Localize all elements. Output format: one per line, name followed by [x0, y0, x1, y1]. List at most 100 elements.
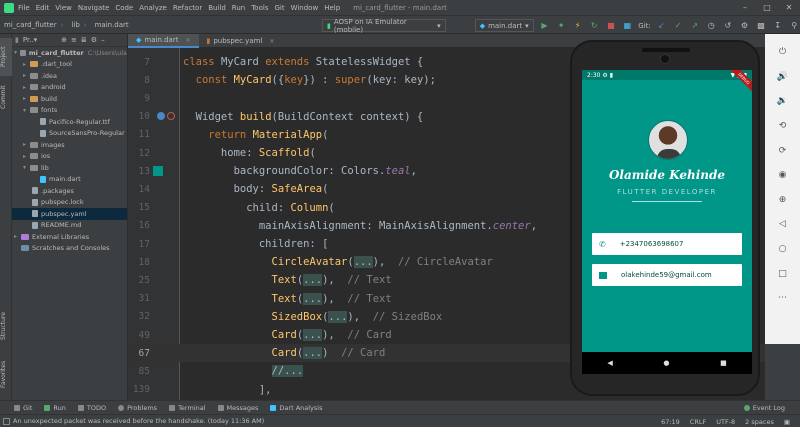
git-update-icon[interactable]: ↙ — [656, 20, 668, 32]
gear-icon[interactable]: ⚙ — [91, 36, 97, 44]
breadcrumb-lib[interactable]: lib › — [67, 21, 90, 29]
tree-item-sourcesans[interactable]: SourceSansPro-Regular — [12, 128, 127, 140]
favorites-tool-tab[interactable]: Favorites — [0, 352, 12, 396]
phone-card[interactable]: ✆ +2347063698607 — [592, 233, 742, 255]
commit-tool-tab[interactable]: Commit — [0, 80, 12, 114]
home-icon[interactable]: ● — [663, 359, 669, 367]
close-tab-icon[interactable]: ✕ — [269, 38, 274, 45]
run-tool-button[interactable]: Run — [44, 404, 66, 412]
rotate-right-icon[interactable]: ⟳ — [777, 145, 789, 157]
line-separator[interactable]: CRLF — [690, 418, 706, 426]
menu-git[interactable]: Git — [274, 4, 284, 12]
tree-item-pubspec-lock[interactable]: pubspec.lock — [12, 197, 127, 209]
tab-main-dart[interactable]: ◆ main.dart ✕ — [128, 34, 199, 48]
maximize-icon[interactable]: □ — [756, 0, 778, 15]
menu-window[interactable]: Window — [291, 4, 319, 12]
override-marker-icon[interactable] — [157, 112, 165, 120]
device-manager-icon[interactable]: ▩ — [755, 20, 767, 32]
dart-analysis-tool-button[interactable]: Dart Analysis — [270, 404, 322, 412]
project-tool-tab[interactable]: Project — [0, 38, 12, 76]
tree-item-packages[interactable]: .packages — [12, 185, 127, 197]
screenshot-icon[interactable]: ◉ — [777, 169, 789, 181]
more-icon[interactable]: ⋯ — [777, 292, 789, 304]
menu-run[interactable]: Run — [232, 4, 245, 12]
volume-up-icon[interactable]: 🔊 — [777, 71, 789, 83]
lock-icon[interactable]: ▣ — [784, 418, 790, 426]
tree-item-android[interactable]: ▸ android — [12, 82, 127, 94]
hot-restart-icon[interactable]: ↻ — [588, 20, 600, 32]
tree-item-readme[interactable]: README.md — [12, 220, 127, 232]
breadcrumb-project[interactable]: mi_card_flutter › — [0, 21, 67, 29]
tree-item-fonts[interactable]: ▾ fonts — [12, 105, 127, 117]
stop-icon[interactable]: ■ — [605, 20, 617, 32]
tree-item-lib[interactable]: ▾ lib — [12, 162, 127, 174]
search-icon[interactable]: ⚲ — [788, 20, 800, 32]
close-icon[interactable]: ✕ — [778, 0, 800, 15]
hot-reload-icon[interactable]: ⚡ — [572, 20, 584, 32]
breakpoint-marker-icon[interactable] — [167, 112, 175, 120]
indent-setting[interactable]: 2 spaces — [745, 418, 774, 426]
tree-item-dart-tool[interactable]: ▸ .dart_tool — [12, 59, 127, 71]
git-commit-icon[interactable]: ✓ — [672, 20, 684, 32]
tree-item-pubspec-yaml[interactable]: pubspec.yaml — [12, 208, 127, 220]
back-icon[interactable]: ◀ — [607, 359, 612, 367]
file-encoding[interactable]: UTF-8 — [716, 418, 735, 426]
menu-code[interactable]: Code — [115, 4, 133, 12]
rollback-icon[interactable]: ↺ — [722, 20, 734, 32]
rotate-left-icon[interactable]: ⟲ — [777, 120, 789, 132]
menu-file[interactable]: File — [18, 4, 30, 12]
messages-tool-button[interactable]: Messages — [217, 404, 258, 412]
tree-item-build[interactable]: ▸ build — [12, 93, 127, 105]
hide-panel-icon[interactable]: – — [101, 36, 105, 44]
minimize-icon[interactable]: – — [734, 0, 756, 15]
event-log-button[interactable]: Event Log — [743, 401, 785, 415]
flutter-inspector-icon[interactable]: ▦ — [622, 20, 634, 32]
overview-icon[interactable]: □ — [777, 268, 789, 280]
history-icon[interactable]: ◷ — [706, 20, 718, 32]
tree-item-pacifico[interactable]: Pacifico-Regular.ttf — [12, 116, 127, 128]
tree-item-main-dart[interactable]: main.dart — [12, 174, 127, 186]
menu-tools[interactable]: Tools — [251, 4, 268, 12]
tree-item-scratches[interactable]: Scratches and Consoles — [12, 243, 127, 255]
expand-all-icon[interactable]: ≣ — [81, 36, 87, 44]
recents-icon[interactable]: ■ — [720, 359, 727, 367]
problems-tool-button[interactable]: Problems — [118, 404, 157, 412]
email-card[interactable]: olakehinde59@gmail.com — [592, 264, 742, 286]
run-config-selector[interactable]: ◆ main.dart ▾ — [474, 19, 534, 32]
collapse-all-icon[interactable]: ≡ — [71, 36, 77, 44]
git-tool-button[interactable]: Git — [14, 404, 32, 412]
settings-icon[interactable]: ⚙ — [739, 20, 751, 32]
status-message[interactable]: An unexpected packet was received before… — [13, 417, 264, 425]
run-icon[interactable]: ▶ — [539, 20, 551, 32]
close-tab-icon[interactable]: ✕ — [185, 37, 190, 44]
caret-position[interactable]: 67:19 — [661, 418, 680, 426]
phone-screen[interactable]: 2:30 ⚙ ▮ ▼ ◢ ▮ DEBUG Olamide Kehinde FLU… — [582, 70, 752, 374]
locate-file-icon[interactable]: ⊕ — [61, 36, 67, 44]
menu-help[interactable]: Help — [324, 4, 340, 12]
todo-tool-button[interactable]: TODO — [77, 404, 106, 412]
back-icon[interactable]: ◁ — [777, 218, 789, 230]
tree-item-idea[interactable]: ▸ .idea — [12, 70, 127, 82]
device-selector[interactable]: ▮ AOSP on IA Emulator (mobile) ▾ — [322, 18, 446, 34]
structure-tool-tab[interactable]: Structure — [0, 304, 12, 348]
color-swatch-icon[interactable] — [153, 166, 163, 176]
breadcrumb-file[interactable]: main.dart — [91, 21, 133, 29]
zoom-icon[interactable]: ⊕ — [777, 194, 789, 206]
home-icon[interactable]: ○ — [777, 243, 789, 255]
power-icon[interactable]: ⏻ — [777, 46, 789, 58]
git-push-icon[interactable]: ↗ — [689, 20, 701, 32]
menu-navigate[interactable]: Navigate — [78, 4, 109, 12]
menu-refactor[interactable]: Refactor — [173, 4, 202, 12]
tree-item-ios[interactable]: ▸ ios — [12, 151, 127, 163]
tree-item-images[interactable]: ▸ images — [12, 139, 127, 151]
sdk-manager-icon[interactable]: ↧ — [772, 20, 784, 32]
project-view-selector[interactable]: Pr..▾ — [23, 36, 37, 44]
volume-down-icon[interactable]: 🔉 — [777, 95, 789, 107]
tree-item-external-libraries[interactable]: ▸ External Libraries — [12, 231, 127, 243]
menu-edit[interactable]: Edit — [36, 4, 50, 12]
tab-pubspec-yaml[interactable]: ▮ pubspec.yaml ✕ — [199, 34, 283, 48]
menu-view[interactable]: View — [55, 4, 72, 12]
menu-analyze[interactable]: Analyze — [139, 4, 167, 12]
menu-build[interactable]: Build — [208, 4, 226, 12]
tree-item-root[interactable]: ▾ mi_card_flutter C:\Users\ula — [12, 47, 127, 59]
